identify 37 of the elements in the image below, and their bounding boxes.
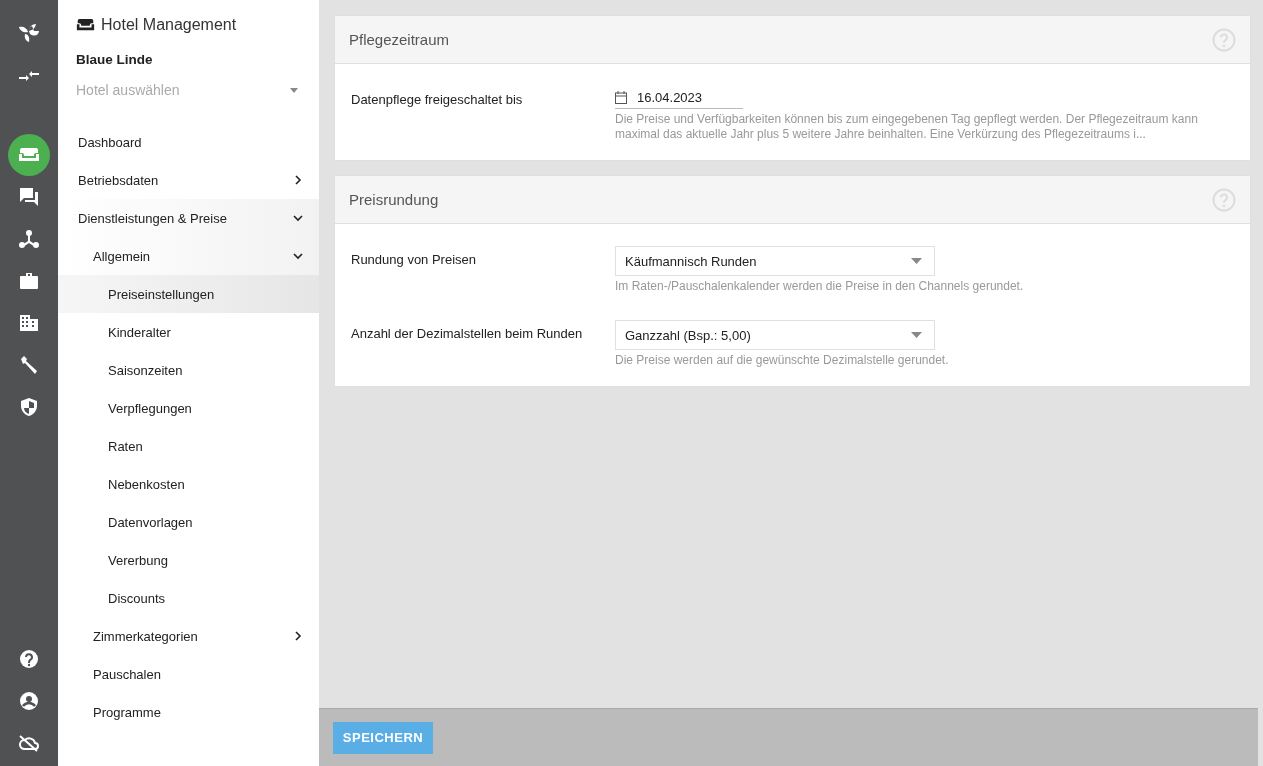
field-label: Anzahl der Dezimalstellen beim Runden [351,325,584,343]
calendar-icon [615,91,627,104]
chevron-icon [293,631,303,641]
nav-item[interactable]: Pauschalen [58,655,319,693]
nav-item[interactable]: Programme [58,693,319,731]
chevron-icon [293,213,303,223]
field-hint: Im Raten-/Pauschalenkalender werden die Preise in den Channels gerundet. [615,279,1025,294]
card-title: Pflegezeitraum [349,31,450,48]
date-field[interactable]: 16.04.2023 [615,86,743,109]
sofa-icon[interactable] [8,134,50,176]
nav-item[interactable]: Saisonzeiten [58,351,319,389]
dropdown[interactable]: Käufmannisch Runden [615,246,935,276]
field-hint: Die Preise und Verfügbarkeiten können bis zum eingegebenen Tag gepflegt werden. Der Pflegezeitraum kann maximal das aktuelle Jahr plus 5 weitere Jahre beinhalten. Eine Verkürzung des Pflegezeitraums i... [615,112,1199,142]
caret-icon [290,87,298,93]
nav-item[interactable]: Datenvorlagen [58,503,319,541]
nav-item[interactable]: Raten [58,427,319,465]
dropdown[interactable]: Ganzzahl (Bsp.: 5,00) [615,320,935,350]
nav-item[interactable]: Nebenkosten [58,465,319,503]
caret-icon [911,332,922,338]
card-title: Preisrundung [349,191,439,208]
nav-item[interactable]: Betriebsdaten [58,161,319,199]
sofa-icon [76,18,95,32]
nav-item[interactable]: Vererbung [58,541,319,579]
nav-item[interactable]: Discounts [58,579,319,617]
app-title: Hotel Management [101,16,237,34]
chevron-icon [293,251,303,261]
field-hint: Die Preise werden auf die gewünschte Dezimalstelle gerundet. [615,353,950,368]
nav-item[interactable]: Preiseinstellungen [58,275,319,313]
nav-item[interactable]: Verpflegungen [58,389,319,427]
field-label: Datenpflege freigeschaltet bis [351,91,524,109]
nav-item[interactable]: Dashboard [58,123,319,161]
nav-item[interactable]: Zimmerkategorien [58,617,319,655]
caret-icon [911,258,922,264]
chevron-icon [293,175,303,185]
nav-item[interactable]: Kinderalter [58,313,319,351]
hotel-name: Blaue Linde [76,52,154,67]
field-label: Rundung von Preisen [351,251,478,269]
